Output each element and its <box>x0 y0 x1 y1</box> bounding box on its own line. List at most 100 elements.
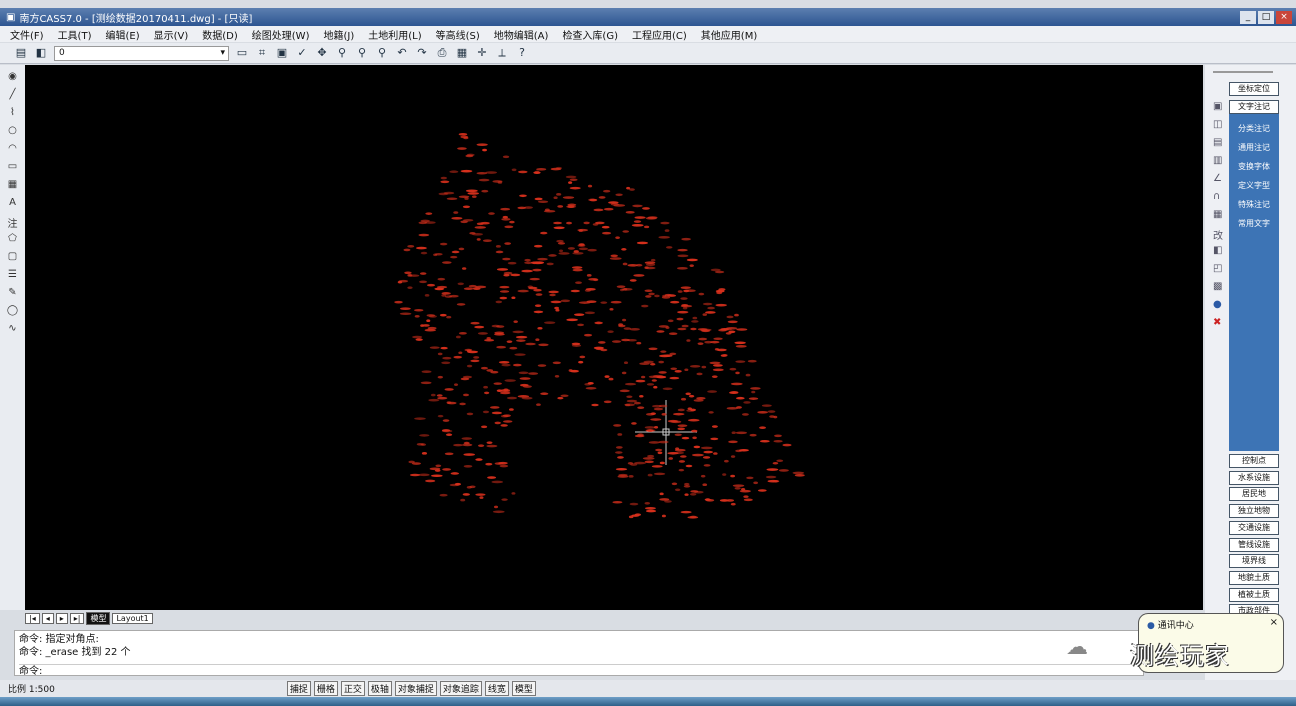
drawing-canvas[interactable] <box>25 65 1203 610</box>
open-icon[interactable]: ⌗ <box>255 46 269 60</box>
menu-item[interactable]: 工程应用(C) <box>632 27 687 42</box>
category-button[interactable]: 交通设施 <box>1229 520 1279 535</box>
category-button[interactable]: 植被土质 <box>1229 587 1279 602</box>
minimize-button[interactable]: _ <box>1240 10 1256 24</box>
redo-icon[interactable]: ↷ <box>415 46 429 60</box>
info-icon[interactable]: ● <box>1213 299 1223 313</box>
menu-item[interactable]: 工具(T) <box>58 27 92 42</box>
status-toggle[interactable]: 正交 <box>340 681 365 696</box>
spline-icon[interactable]: ∿ <box>8 323 16 337</box>
block-icon[interactable]: ▢ <box>8 251 17 265</box>
status-toggle[interactable]: 栅格 <box>313 681 338 696</box>
category-button[interactable]: 水系设施 <box>1229 470 1279 485</box>
zoom-icon[interactable]: ⚲ <box>335 46 349 60</box>
tab-nav-prev[interactable]: ◂ <box>41 612 54 624</box>
survey-point <box>707 306 715 310</box>
tab-layout1[interactable]: Layout1 <box>112 612 153 624</box>
text-icon[interactable]: 改 <box>1213 227 1223 242</box>
menu-item[interactable]: 等高线(S) <box>436 27 480 42</box>
annotation-item[interactable]: 变换字体 <box>1229 161 1279 172</box>
tab-nav-first[interactable]: |◂ <box>25 612 40 624</box>
grid-icon[interactable]: ▤ <box>1213 137 1223 151</box>
note-icon[interactable]: 注 <box>8 215 18 230</box>
check-icon[interactable]: ✓ <box>295 46 309 60</box>
annotation-item[interactable]: 常用文字 <box>1229 218 1279 229</box>
category-button[interactable]: 独立地物 <box>1229 504 1279 519</box>
layer-manager-icon[interactable]: ▤ <box>14 46 28 60</box>
scale-readout[interactable]: 比例 1:500 <box>8 682 55 695</box>
circle-icon[interactable]: ○ <box>8 125 17 139</box>
angle-icon[interactable]: ∠ <box>1213 173 1223 187</box>
category-button[interactable]: 境界线 <box>1229 554 1279 569</box>
locate-icon[interactable]: ◰ <box>1213 263 1223 277</box>
pan-icon[interactable]: ✥ <box>315 46 329 60</box>
status-toggle[interactable]: 对象追踪 <box>439 681 482 696</box>
coordinate-locate-button[interactable]: 坐标定位 <box>1229 82 1279 96</box>
balloon-close-button[interactable]: × <box>1270 617 1278 628</box>
annotation-item[interactable]: 特殊注记 <box>1229 199 1279 210</box>
annotation-item[interactable]: 通用注记 <box>1229 142 1279 153</box>
text-annotation-tab[interactable]: 文字注记 <box>1229 100 1279 114</box>
restore-button[interactable]: □ <box>1258 10 1274 24</box>
menu-item[interactable]: 检查入库(G) <box>562 27 618 42</box>
status-toggle[interactable]: 极轴 <box>367 681 392 696</box>
edit-icon[interactable]: ◧ <box>1213 245 1223 259</box>
help-icon[interactable]: ? <box>515 46 529 60</box>
ellipse-icon[interactable]: ◯ <box>7 305 18 319</box>
hatch-icon[interactable]: ▥ <box>1213 155 1223 169</box>
status-toggle[interactable]: 捕捉 <box>286 681 311 696</box>
zoom-window-icon[interactable]: ⚲ <box>355 46 369 60</box>
properties-icon[interactable]: ▭ <box>235 46 249 60</box>
image-icon[interactable]: ▩ <box>1213 281 1223 295</box>
hatch-icon[interactable]: ▦ <box>8 179 17 193</box>
polygon-icon[interactable]: ⬠ <box>8 233 17 247</box>
status-toggle[interactable]: 模型 <box>511 681 536 696</box>
menu-item[interactable]: 数据(D) <box>202 27 238 42</box>
polyline-icon[interactable]: ⌇ <box>10 107 15 121</box>
menu-item[interactable]: 土地利用(L) <box>368 27 421 42</box>
menu-item[interactable]: 地物编辑(A) <box>494 27 549 42</box>
menu-item[interactable]: 其他应用(M) <box>701 27 757 42</box>
point-icon[interactable]: ◉ <box>8 71 17 85</box>
layer-icon[interactable]: ◫ <box>1213 119 1223 133</box>
tab-nav-last[interactable]: ▸| <box>69 612 85 624</box>
measure-icon[interactable]: ⟂ <box>495 46 509 60</box>
grid-icon[interactable]: ▦ <box>455 46 469 60</box>
command-prompt[interactable]: 命令: <box>19 664 1139 678</box>
menu-item[interactable]: 绘图处理(W) <box>252 27 310 42</box>
status-toggle[interactable]: 线宽 <box>484 681 509 696</box>
menu-item[interactable]: 显示(V) <box>154 27 189 42</box>
menu-item[interactable]: 地籍(J) <box>323 27 354 42</box>
table-icon[interactable]: ▦ <box>1213 209 1223 223</box>
category-button[interactable]: 居民地 <box>1229 487 1279 502</box>
tab-model[interactable]: 模型 <box>86 611 111 625</box>
print-icon[interactable]: ⎙ <box>435 46 449 60</box>
survey-point <box>730 474 736 478</box>
snap-icon[interactable]: ✛ <box>475 46 489 60</box>
save-icon[interactable]: ▣ <box>275 46 289 60</box>
text-icon[interactable]: A <box>9 197 16 211</box>
command-window[interactable]: 命令: 指定对角点: 命令: _erase 找到 22 个 命令: <box>14 630 1144 678</box>
category-button[interactable]: 管线设施 <box>1229 537 1279 552</box>
undo-icon[interactable]: ↶ <box>395 46 409 60</box>
category-button[interactable]: 控制点 <box>1229 454 1279 468</box>
close-button[interactable]: × <box>1276 10 1292 24</box>
annotation-item[interactable]: 定义字型 <box>1229 180 1279 191</box>
category-button[interactable]: 地貌土质 <box>1229 570 1279 585</box>
table-icon[interactable]: ☰ <box>8 269 17 283</box>
layer-dropdown[interactable]: 0 <box>54 45 229 61</box>
menu-item[interactable]: 编辑(E) <box>105 27 139 42</box>
tab-nav-next[interactable]: ▸ <box>55 612 68 624</box>
line-icon[interactable]: ╱ <box>9 89 15 103</box>
pan-icon[interactable]: ▣ <box>1213 101 1223 115</box>
menu-item[interactable]: 文件(F) <box>10 27 44 42</box>
delete-icon[interactable]: ✖ <box>1213 317 1223 331</box>
curve-icon[interactable]: ∩ <box>1213 191 1223 205</box>
annotation-item[interactable]: 分类注记 <box>1229 123 1279 134</box>
status-toggle[interactable]: 对象捕捉 <box>394 681 437 696</box>
rect-icon[interactable]: ▭ <box>8 161 17 175</box>
zoom-previous-icon[interactable]: ⚲ <box>375 46 389 60</box>
layer-state-icon[interactable]: ◧ <box>34 46 48 60</box>
erase-icon[interactable]: ✎ <box>8 287 16 301</box>
arc-icon[interactable]: ◠ <box>8 143 17 157</box>
